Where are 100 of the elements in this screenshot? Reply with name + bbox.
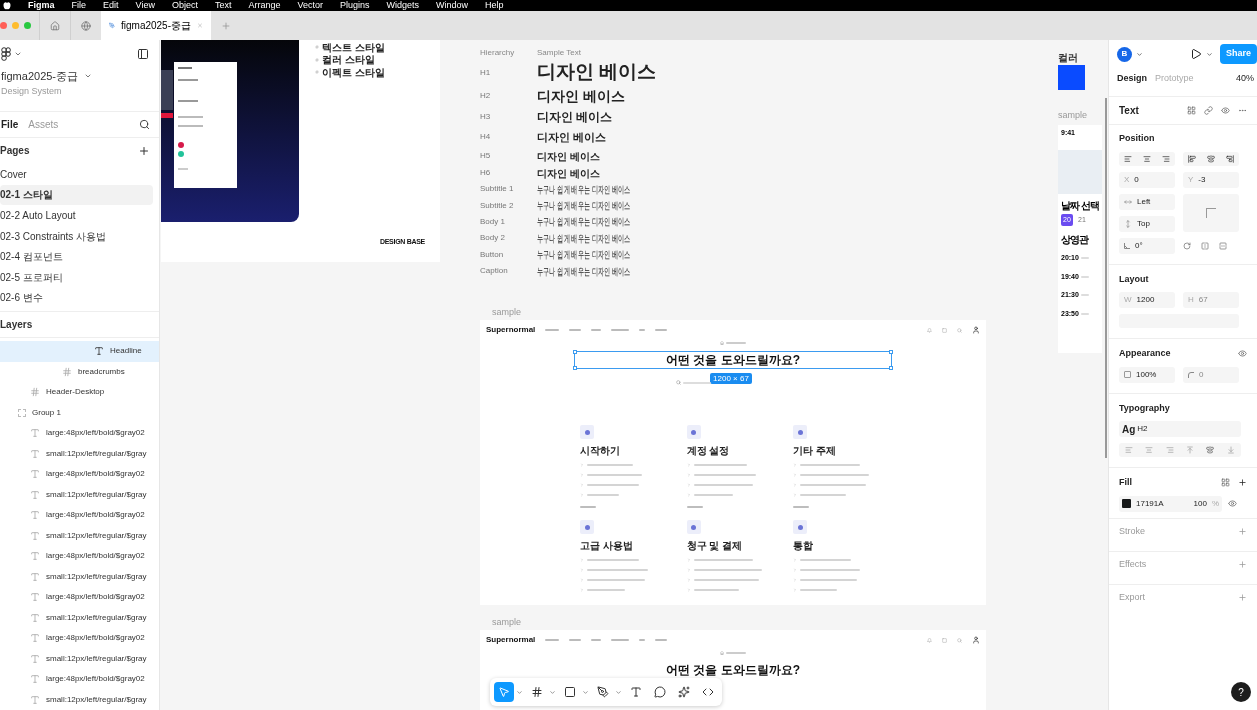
property-field[interactable]: Y -3 <box>1183 171 1239 188</box>
grid-icon[interactable] <box>1187 106 1196 115</box>
layer-row[interactable]: Header-Desktop <box>0 382 159 403</box>
property-field[interactable]: 0 <box>1183 366 1239 383</box>
panel-tab[interactable]: File <box>0 116 20 132</box>
layer-row[interactable]: small:12px/left/regular/$gray <box>0 443 159 465</box>
help-button[interactable]: ? <box>1231 682 1251 702</box>
selection-box[interactable] <box>574 351 892 369</box>
chevron-down-icon[interactable] <box>615 688 622 696</box>
menu-item[interactable]: Window <box>436 0 469 13</box>
property-field[interactable]: W 1200 <box>1119 292 1175 308</box>
file-name[interactable]: figma2025-중급 <box>1 67 79 85</box>
menu-item[interactable]: Vector <box>297 0 323 13</box>
layer-row[interactable]: large:48px/left/bold/$gray02 <box>0 505 159 526</box>
color-label: 컬러 <box>1058 52 1079 64</box>
align-middle-icon[interactable] <box>1206 446 1215 454</box>
document-tab[interactable]: figma2025-중급 <box>101 11 211 40</box>
layer-name: large:48px/left/bold/$gray02 <box>46 673 145 686</box>
align-center-icon[interactable] <box>1143 154 1151 163</box>
grid-icon[interactable] <box>1221 478 1230 488</box>
flip-vertical-icon[interactable] <box>1219 241 1227 250</box>
align-middle-icon[interactable] <box>1207 154 1215 163</box>
align-right-icon[interactable] <box>1161 154 1170 163</box>
chevron-down-icon[interactable] <box>516 688 523 696</box>
menu-item[interactable]: Help <box>485 0 504 13</box>
align-left-icon[interactable] <box>1125 446 1134 454</box>
app-menu[interactable]: Figma <box>28 0 55 13</box>
page-item[interactable]: 02-1 스타일 <box>0 184 153 206</box>
menu-item[interactable]: File <box>71 0 87 13</box>
property-field[interactable]: Left <box>1119 193 1175 210</box>
rotate-icon[interactable] <box>1183 241 1191 250</box>
menu-item[interactable]: Text <box>214 0 232 13</box>
page-item[interactable]: Cover <box>0 163 153 185</box>
layer-row[interactable]: large:48px/left/bold/$gray02 <box>0 464 159 485</box>
layer-row[interactable]: breadcrumbs <box>0 361 159 383</box>
text-style-field[interactable]: Ag H2 <box>1119 421 1241 437</box>
align-bottom-icon[interactable] <box>1225 154 1234 163</box>
link-icon[interactable] <box>1204 106 1213 115</box>
layer-row[interactable]: large:48px/left/bold/$gray02 <box>0 423 159 444</box>
resize-handle[interactable] <box>573 366 577 370</box>
menu-item[interactable]: Object <box>171 0 198 13</box>
property-field[interactable]: X 0 <box>1119 171 1175 188</box>
globe-icon[interactable] <box>81 20 91 31</box>
layer-row[interactable]: small:12px/left/regular/$gray <box>0 648 159 670</box>
flip-horizontal-icon[interactable] <box>1201 241 1209 250</box>
property-field[interactable]: 100% <box>1119 366 1175 383</box>
figma-logo-icon[interactable] <box>1 47 11 62</box>
eye-icon[interactable] <box>1221 106 1230 115</box>
color-swatch[interactable] <box>1122 499 1131 508</box>
property-field[interactable]: H 67 <box>1183 292 1239 308</box>
layer-row[interactable]: large:48px/left/bold/$gray02 <box>0 587 159 608</box>
resize-handle[interactable] <box>889 350 893 354</box>
chevron-down-icon[interactable] <box>582 688 589 696</box>
move-tool-icon[interactable] <box>494 682 514 702</box>
layer-row[interactable]: small:12px/left/regular/$gray <box>0 484 159 506</box>
chevron-down-icon[interactable] <box>1206 50 1213 58</box>
align-left-icon[interactable] <box>1124 154 1133 163</box>
eye-icon[interactable] <box>1238 349 1247 359</box>
page-item[interactable]: 02-2 Auto Layout <box>0 205 153 226</box>
layer-row[interactable]: small:12px/left/regular/$gray <box>0 566 159 588</box>
layer-row[interactable]: small:12px/left/regular/$gray <box>0 689 159 710</box>
add-page-icon[interactable] <box>138 144 150 157</box>
sample-text: 누구나 쉽게 배우는 디자인 베이스 <box>537 182 631 197</box>
layer-row[interactable]: small:12px/left/regular/$gray <box>0 525 159 547</box>
layer-row[interactable]: large:48px/left/bold/$gray02 <box>0 546 159 567</box>
new-tab-icon[interactable] <box>221 20 231 31</box>
layer-row[interactable]: large:48px/left/bold/$gray02 <box>0 628 159 649</box>
menu-item[interactable]: Widgets <box>386 0 420 13</box>
hierarchy-label: H6 <box>480 167 492 179</box>
add-icon[interactable] <box>1238 478 1247 488</box>
menu-item[interactable]: Plugins <box>340 0 370 13</box>
apple-logo-icon[interactable] <box>3 1 11 10</box>
page-item[interactable]: 02-3 Constraints 사용법 <box>0 225 153 247</box>
align-top-icon[interactable] <box>1188 154 1197 163</box>
align-right-icon[interactable] <box>1165 446 1174 454</box>
layer-row[interactable]: Headline <box>0 341 159 362</box>
eye-icon[interactable] <box>1228 499 1237 508</box>
user-avatar[interactable]: B <box>1117 46 1132 62</box>
zoom-level[interactable]: 40% <box>1236 72 1257 86</box>
page-item[interactable]: 02-5 프로퍼티 <box>0 266 153 288</box>
menu-item[interactable]: View <box>135 0 155 13</box>
layer-row[interactable]: small:12px/left/regular/$gray <box>0 607 159 629</box>
play-icon[interactable] <box>1190 48 1202 60</box>
sidebar-toggle-icon[interactable] <box>137 48 149 61</box>
align-center-icon[interactable] <box>1145 446 1154 454</box>
menu-item[interactable]: Edit <box>103 0 119 13</box>
menu-item[interactable]: Arrange <box>248 0 281 13</box>
property-field[interactable]: 0° <box>1119 237 1175 254</box>
chevron-down-icon[interactable] <box>1136 50 1143 58</box>
resize-handle[interactable] <box>573 350 577 354</box>
property-field[interactable]: Top <box>1119 215 1175 232</box>
layer-row[interactable]: large:48px/left/bold/$gray02 <box>0 669 159 690</box>
panel-tab[interactable]: Design <box>1117 72 1147 86</box>
chevron-down-icon[interactable] <box>549 688 556 696</box>
more-icon[interactable] <box>1238 106 1247 115</box>
resize-handle[interactable] <box>889 366 893 370</box>
fill-field[interactable]: 17191A 100 % <box>1119 495 1222 512</box>
layer-row[interactable]: Group 1 <box>0 402 159 424</box>
page-item[interactable]: 02-6 변수 <box>0 287 153 309</box>
page-item[interactable]: 02-4 컴포넌트 <box>0 246 153 267</box>
